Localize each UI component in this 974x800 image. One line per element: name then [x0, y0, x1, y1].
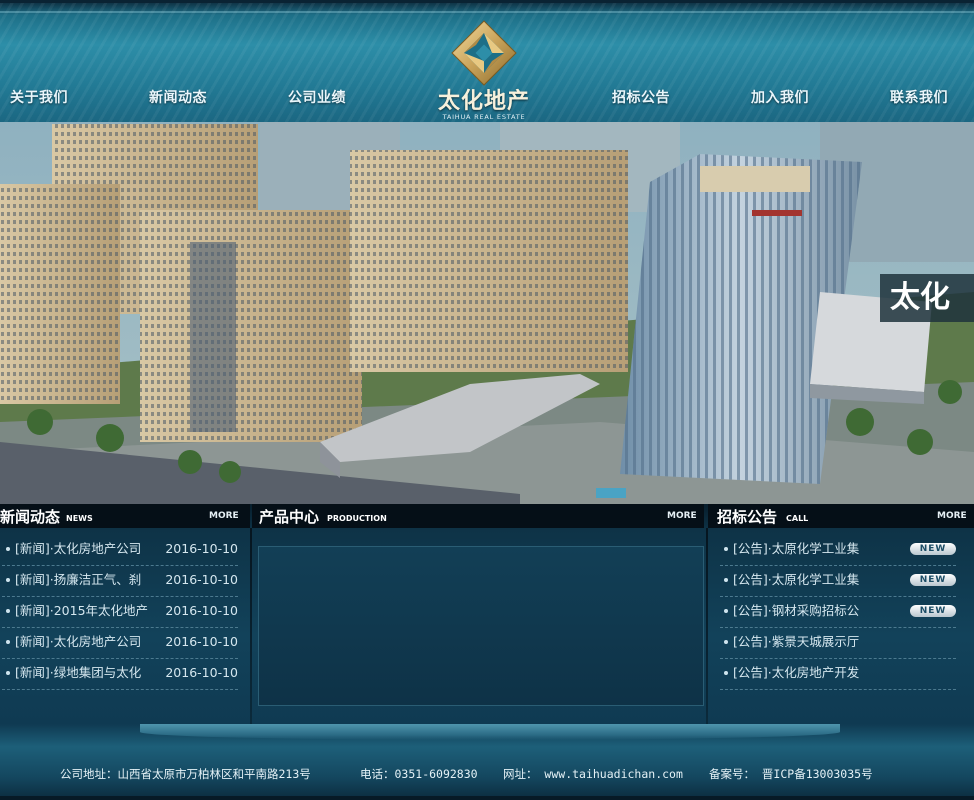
news-item[interactable]: [新闻]·太化房地产公司 2016-10-10	[2, 628, 238, 659]
bid-item-title: [公告]·太原化学工业集	[733, 541, 860, 556]
bid-item[interactable]: [公告]·钢材采购招标公 NEW	[720, 597, 956, 628]
bullet-icon	[6, 608, 10, 613]
news-item-title: [新闻]·2015年太化地产	[15, 603, 149, 618]
bullet-icon	[724, 670, 728, 675]
production-more-link[interactable]: MORE	[667, 511, 697, 521]
logo-name-cn: 太化地产	[437, 89, 530, 114]
banner-caption: 太化	[880, 274, 974, 322]
footer-icp: 备案号： 晋ICP备13003035号	[709, 767, 873, 781]
news-item[interactable]: [新闻]·绿地集团与太化 2016-10-10	[2, 659, 238, 690]
bid-item-title: [公告]·太化房地产开发	[733, 665, 860, 680]
bid-item[interactable]: [公告]·太原化学工业集 NEW	[720, 566, 956, 597]
bid-item[interactable]: [公告]·太化房地产开发	[720, 659, 956, 690]
site-header: 关于我们 新闻动态 公司业绩 招标公告 加入我们 联系我们 太化地产 TAIHU…	[0, 0, 974, 122]
content-section: 新闻动态 NEWS MORE [新闻]·太化房地产公司 2016-10-10 [新…	[0, 504, 974, 724]
bid-item-title: [公告]·紫景天城展示厅	[733, 634, 860, 649]
product-showcase[interactable]	[258, 546, 704, 706]
news-item[interactable]: [新闻]·太化房地产公司 2016-10-10	[2, 535, 238, 566]
building-illustration	[0, 122, 974, 504]
production-title: 产品中心	[259, 508, 320, 526]
nav-bids[interactable]: 招标公告	[612, 87, 670, 107]
new-badge: NEW	[910, 605, 956, 617]
news-header: 新闻动态 NEWS MORE	[0, 504, 250, 528]
site-logo[interactable]: 太化地产 TAIHUA REAL ESTATE	[430, 17, 538, 122]
news-item-title: [新闻]·太化房地产公司	[15, 634, 142, 649]
new-badge: NEW	[910, 543, 956, 555]
new-badge: NEW	[910, 574, 956, 586]
footer-address: 公司地址：山西省太原市万柏林区和平南路213号	[60, 767, 311, 781]
bids-header: 招标公告 CALL MORE	[708, 504, 974, 528]
column-divider	[706, 528, 708, 724]
bullet-icon	[724, 577, 728, 582]
news-item-title: [新闻]·扬廉洁正气、刹	[15, 572, 142, 587]
bullet-icon	[724, 639, 728, 644]
bid-item-title: [公告]·太原化学工业集	[733, 572, 860, 587]
news-item-date: 2016-10-10	[165, 541, 238, 556]
bids-subtitle: CALL	[786, 514, 809, 523]
bid-item[interactable]: [公告]·紫景天城展示厅	[720, 628, 956, 659]
bullet-icon	[6, 577, 10, 582]
news-item-date: 2016-10-10	[165, 634, 238, 649]
news-item[interactable]: [新闻]·扬廉洁正气、刹 2016-10-10	[2, 566, 238, 597]
bullet-icon	[6, 670, 10, 675]
news-more-link[interactable]: MORE	[209, 511, 239, 521]
bid-item[interactable]: [公告]·太原化学工业集 NEW	[720, 535, 956, 566]
bullet-icon	[724, 546, 728, 551]
news-item[interactable]: [新闻]·2015年太化地产 2016-10-10	[2, 597, 238, 628]
nav-join[interactable]: 加入我们	[751, 87, 809, 107]
hero-banner: 太化	[0, 122, 974, 504]
news-title: 新闻动态	[0, 508, 61, 526]
news-list: [新闻]·太化房地产公司 2016-10-10 [新闻]·扬廉洁正气、刹 2016-…	[2, 535, 238, 690]
footer-bottom-line	[0, 796, 974, 800]
bullet-icon	[724, 608, 728, 613]
news-item-date: 2016-10-10	[165, 665, 238, 680]
production-subtitle: PRODUCTION	[327, 514, 387, 523]
nav-about[interactable]: 关于我们	[10, 87, 68, 107]
bullet-icon	[6, 639, 10, 644]
nav-contact[interactable]: 联系我们	[890, 87, 948, 107]
site-footer: 公司地址：山西省太原市万柏林区和平南路213号 电话：0351-6092830 …	[0, 724, 974, 800]
news-subtitle: NEWS	[66, 514, 93, 523]
news-item-title: [新闻]·太化房地产公司	[15, 541, 142, 556]
footer-glow	[140, 724, 840, 740]
bid-item-title: [公告]·钢材采购招标公	[733, 603, 860, 618]
bullet-icon	[6, 546, 10, 551]
footer-phone: 电话：0351-6092830	[360, 767, 478, 781]
nav-news[interactable]: 新闻动态	[149, 87, 207, 107]
column-divider	[250, 528, 252, 724]
news-item-date: 2016-10-10	[165, 603, 238, 618]
nav-performance[interactable]: 公司业绩	[288, 87, 346, 107]
logo-emblem-icon	[451, 20, 517, 86]
bids-title: 招标公告	[717, 508, 778, 526]
production-header: 产品中心 PRODUCTION MORE	[252, 504, 704, 528]
logo-name-en: TAIHUA REAL ESTATE	[442, 113, 526, 121]
footer-website[interactable]: 网址： www.taihuadichan.com	[503, 766, 683, 782]
news-item-title: [新闻]·绿地集团与太化	[15, 665, 142, 680]
bids-list: [公告]·太原化学工业集 NEW [公告]·太原化学工业集 NEW [公告]·钢材采…	[720, 535, 956, 690]
news-item-date: 2016-10-10	[165, 572, 238, 587]
bids-more-link[interactable]: MORE	[937, 511, 967, 521]
